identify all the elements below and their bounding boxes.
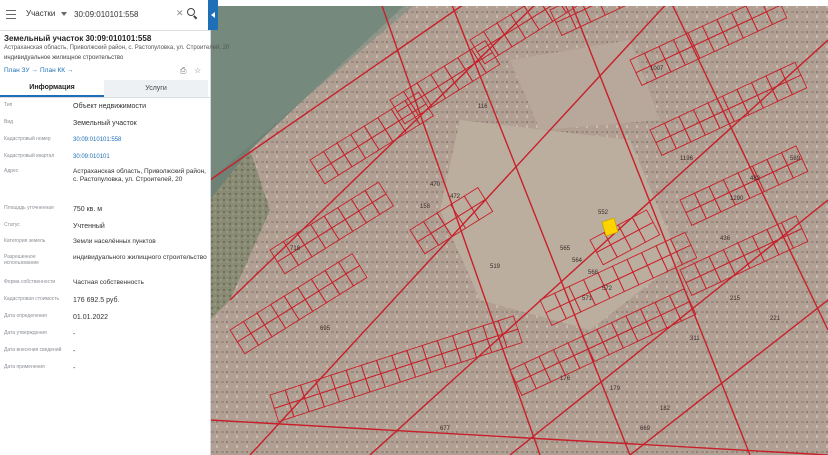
property-value: Учтенный — [73, 223, 105, 230]
plan-zu-link[interactable]: План ЗУ → — [4, 67, 38, 74]
property-value: Частная собственность — [73, 279, 144, 286]
chevron-down-icon[interactable] — [61, 12, 67, 16]
parcel-number-label: 564 — [572, 258, 583, 264]
property-label: Дата определения — [4, 313, 47, 319]
property-label: Разрешенное использование — [4, 254, 39, 266]
property-label: Кадастровая стоимость — [4, 296, 60, 302]
parcel-number-label: 565 — [560, 246, 571, 252]
object-purpose: индивидуальное жилищное строительство — [4, 55, 124, 61]
parcel-number-label: 572 — [602, 286, 613, 292]
property-label: Дата внесения сведений — [4, 347, 62, 353]
search-input[interactable] — [74, 6, 174, 22]
star-icon[interactable]: ☆ — [194, 66, 201, 75]
object-title: Земельный участок 30:09:010101:558 — [4, 34, 152, 43]
property-label: Дата утверждения — [4, 330, 47, 336]
property-label: Статус — [4, 222, 20, 228]
parcel-number-label: 519 — [490, 264, 501, 270]
property-label: Площадь уточненная — [4, 205, 54, 211]
parcel-number-label: 677 — [440, 426, 451, 432]
parcel-number-label: 472 — [450, 194, 461, 200]
cadastral-quarter-link[interactable]: 30:09:010101 — [73, 153, 207, 161]
parcel-number-label: 182 — [660, 406, 671, 412]
map-top-strip — [210, 0, 828, 6]
parcel-number-label: 215 — [730, 296, 741, 302]
property-label: Кадастровый квартал — [4, 153, 55, 159]
parcel-number-label: 568 — [588, 270, 599, 276]
print-icon[interactable]: ⎙ — [180, 66, 186, 76]
menu-icon[interactable] — [6, 10, 16, 20]
parcel-number-label: 176 — [560, 376, 571, 382]
info-panel: Участки ✕ Земельный участок 30:09:010101… — [0, 0, 229, 455]
property-value: Земельный участок — [73, 120, 137, 127]
property-value: 750 кв. м — [73, 206, 103, 213]
property-value: Земли населённых пунктов — [73, 238, 156, 245]
parcel-number-label: 1007 — [650, 66, 664, 72]
property-value: индивидуального жилищного строительство — [73, 254, 207, 261]
object-address: Астраханская область, Приволжский район,… — [4, 45, 230, 51]
parcel-number-label: 552 — [598, 210, 609, 216]
parcel-number-label: 571 — [582, 296, 593, 302]
property-value: - — [73, 331, 76, 338]
property-value: 176 692.5 руб. — [73, 297, 120, 304]
close-icon[interactable]: ✕ — [176, 8, 184, 19]
parcel-number-label: 179 — [610, 386, 621, 392]
parcel-number-label: 1290 — [730, 196, 744, 202]
property-label: Вид — [4, 119, 14, 125]
property-value: 01.01.2022 — [73, 314, 109, 321]
property-label: Дата применения — [4, 364, 45, 370]
parcel-number-label: 1196 — [680, 156, 694, 162]
parcel-number-label: 221 — [770, 316, 781, 322]
collapse-panel-button[interactable] — [208, 0, 218, 30]
property-label: Тип — [4, 102, 13, 108]
parcel-number-label: 695 — [320, 326, 331, 332]
property-value: - — [73, 348, 76, 355]
property-label: Форма собственности — [4, 279, 56, 285]
search-icon[interactable] — [187, 8, 199, 20]
parcel-number-label: 311 — [690, 336, 700, 342]
search-type-select[interactable]: Участки — [26, 9, 55, 18]
tab-info[interactable]: Информация — [0, 80, 104, 97]
property-value: Астраханская область, Приволжский район,… — [73, 168, 206, 183]
property-value: - — [73, 365, 76, 372]
property-value: Объект недвижимости — [73, 103, 147, 110]
property-label: Категория земель — [4, 238, 46, 244]
tab-services[interactable]: Услуги — [104, 80, 208, 97]
property-label: Кадастровый номер — [4, 136, 51, 142]
map-canvas[interactable]: 5525585655645685725715194704721161581761… — [210, 0, 828, 455]
panel-tabs: Информация Услуги — [0, 80, 210, 98]
search-bar: Участки ✕ — [0, 0, 210, 31]
cadastral-number-link[interactable]: 30:09:010101:558 — [73, 136, 207, 144]
cadastral-map[interactable]: 5525585655645685725715194704721161581761… — [210, 0, 828, 455]
parcel-number-label: 116 — [478, 104, 488, 110]
parcel-number-label: 158 — [420, 204, 431, 210]
property-label: Адрес — [4, 168, 19, 174]
parcel-number-label: 436 — [720, 236, 731, 242]
collapse-left-icon — [211, 12, 215, 18]
parcel-number-label: 589 — [790, 156, 801, 162]
parcel-number-label: 470 — [430, 182, 441, 188]
parcel-number-label: 482 — [750, 176, 761, 182]
plan-kk-link[interactable]: План КК → — [40, 67, 73, 74]
parcel-number-label: 718 — [290, 246, 301, 252]
parcel-number-label: 669 — [640, 426, 651, 432]
